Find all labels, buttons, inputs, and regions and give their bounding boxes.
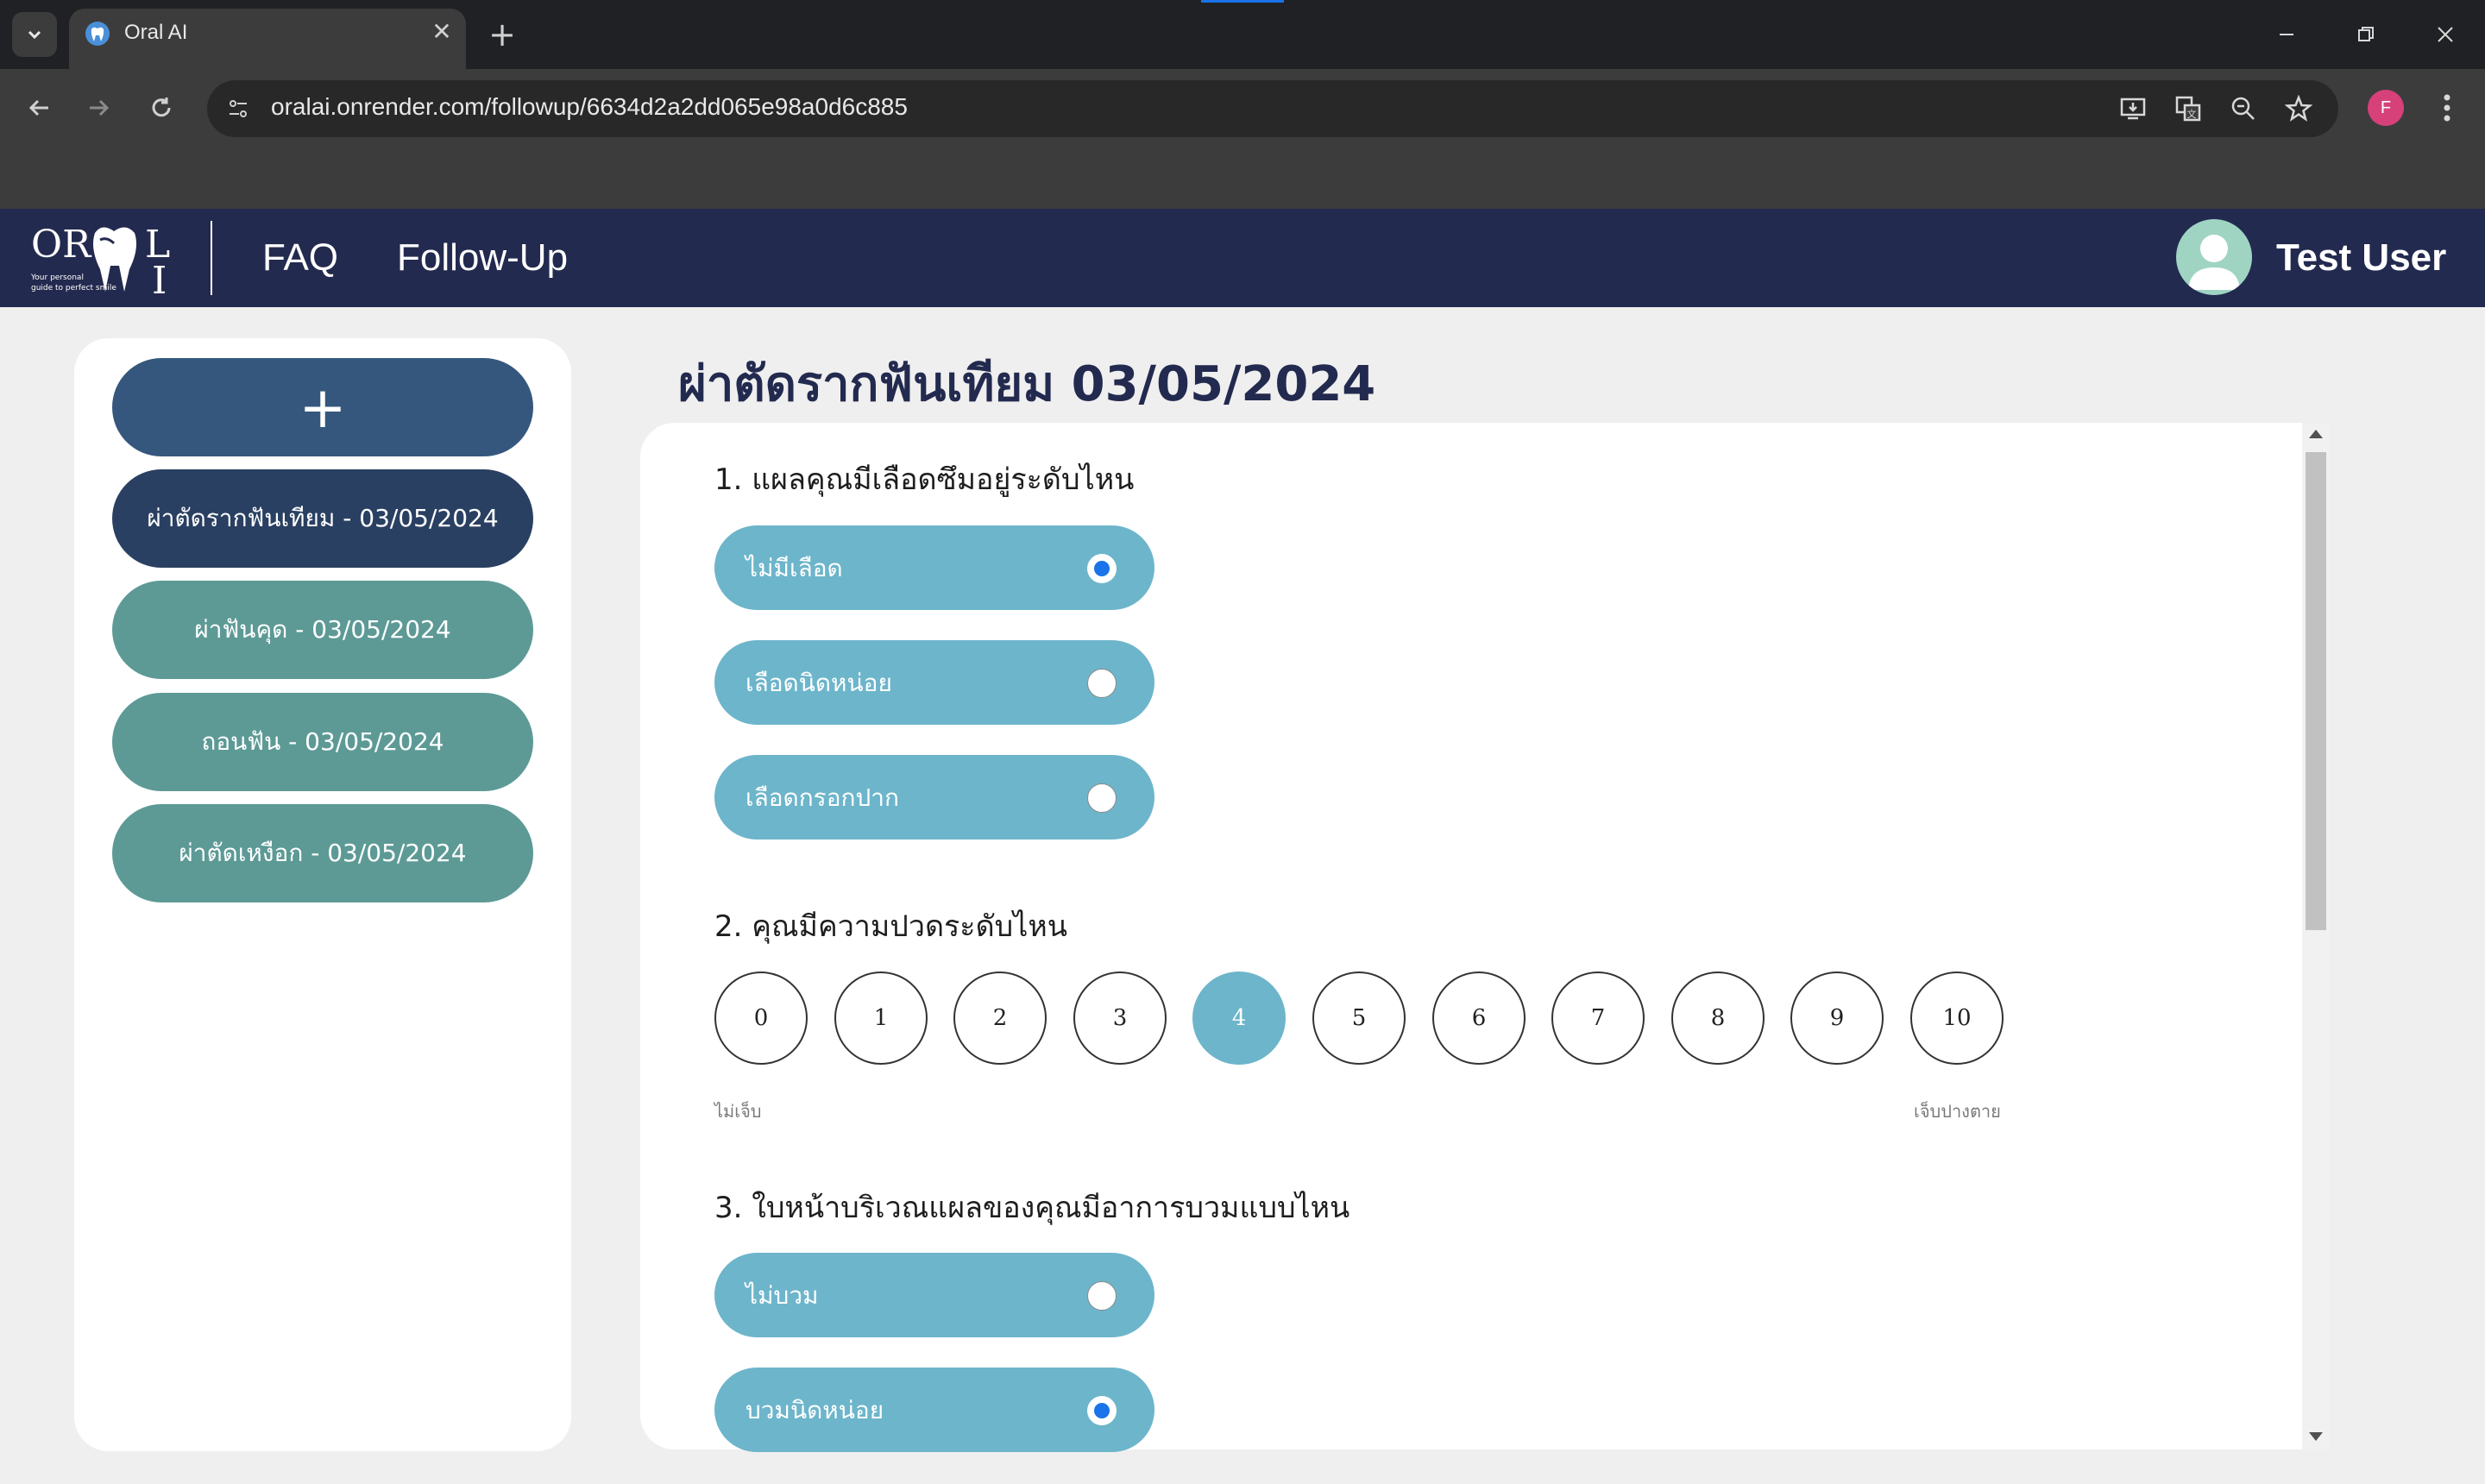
- zoom-icon[interactable]: [2224, 90, 2262, 128]
- sidebar-item-implant-surgery[interactable]: ผ่าตัดรากฟันเทียม - 03/05/2024: [112, 469, 533, 568]
- tooth-favicon-icon: [85, 21, 110, 47]
- radio-unchecked[interactable]: [1087, 669, 1117, 698]
- minimize-icon[interactable]: [2261, 12, 2312, 57]
- svg-text:I: I: [152, 259, 167, 300]
- pain-scale-option-1[interactable]: 1: [834, 972, 928, 1065]
- pain-scale-option-9[interactable]: 9: [1790, 972, 1884, 1065]
- user-avatar-icon[interactable]: [2176, 219, 2252, 295]
- option-no-bleeding[interactable]: ไม่มีเลือด: [714, 525, 1154, 610]
- profile-avatar[interactable]: F: [2368, 90, 2404, 126]
- close-tab-icon[interactable]: ✕: [426, 16, 457, 47]
- option-label: เลือดนิดหน่อย: [746, 669, 892, 697]
- pain-scale-option-0[interactable]: 0: [714, 972, 808, 1065]
- scroll-down-arrow-icon[interactable]: [2309, 1432, 2323, 1441]
- scrollbar-thumb[interactable]: [2306, 452, 2326, 930]
- question-1-text: 1. แผลคุณมีเลือดซึมอยู่ระดับไหน: [714, 462, 1135, 497]
- svg-text:文: 文: [2187, 108, 2197, 120]
- option-heavy-bleeding[interactable]: เลือดกรอกปาก: [714, 755, 1154, 839]
- scale-max-label: เจ็บปางตาย: [1914, 1101, 2001, 1122]
- option-label: ไม่มีเลือด: [746, 554, 843, 582]
- oral-ai-logo[interactable]: OR L I Your personal guide to perfect sm…: [29, 217, 193, 300]
- option-little-bleeding[interactable]: เลือดนิดหน่อย: [714, 640, 1154, 725]
- nav-faq[interactable]: FAQ: [262, 236, 338, 280]
- tab-search-button[interactable]: [12, 12, 57, 57]
- chevron-down-icon: [28, 30, 41, 40]
- site-settings-icon[interactable]: [221, 91, 255, 126]
- sidebar-item-wisdom-tooth[interactable]: ผ่าฟันคุด - 03/05/2024: [112, 581, 533, 679]
- back-icon[interactable]: [17, 86, 60, 129]
- user-name[interactable]: Test User: [2276, 236, 2446, 280]
- tab-title: Oral AI: [124, 21, 188, 44]
- bookmark-star-icon[interactable]: [2280, 90, 2318, 128]
- radio-unchecked[interactable]: [1087, 783, 1117, 813]
- svg-text:OR: OR: [31, 223, 92, 267]
- pain-scale-option-2[interactable]: 2: [953, 972, 1047, 1065]
- question-2-text: 2. คุณมีความปวดระดับไหน: [714, 909, 1067, 944]
- translate-icon[interactable]: 文: [2169, 90, 2207, 128]
- reload-icon[interactable]: [140, 86, 183, 129]
- option-label: ไม่บวม: [746, 1281, 819, 1310]
- drag-indicator: [1201, 0, 1284, 3]
- scale-min-label: ไม่เจ็บ: [714, 1101, 762, 1122]
- question-3-text: 3. ใบหน้าบริเวณแผลของคุณมีอาการบวมแบบไหน: [714, 1191, 1350, 1225]
- pain-scale-option-7[interactable]: 7: [1551, 972, 1645, 1065]
- close-window-icon[interactable]: [2419, 12, 2471, 57]
- pain-scale-option-4[interactable]: 4: [1192, 972, 1286, 1065]
- pain-scale-option-3[interactable]: 3: [1073, 972, 1167, 1065]
- app-header: [0, 209, 2485, 307]
- option-label: บวมนิดหน่อย: [746, 1396, 884, 1424]
- install-app-icon[interactable]: [2114, 90, 2152, 128]
- nav-follow-up[interactable]: Follow-Up: [397, 236, 568, 280]
- new-tab-button[interactable]: +: [483, 16, 521, 53]
- svg-text:guide to perfect smile: guide to perfect smile: [31, 284, 116, 292]
- radio-checked[interactable]: [1087, 1396, 1117, 1425]
- page-title: ผ่าตัดรากฟันเทียม 03/05/2024: [678, 356, 1376, 412]
- sidebar-item-tooth-extraction[interactable]: ถอนฟัน - 03/05/2024: [112, 693, 533, 791]
- forward-icon[interactable]: [78, 86, 121, 129]
- restore-icon[interactable]: [2340, 12, 2392, 57]
- pain-scale-option-8[interactable]: 8: [1671, 972, 1765, 1065]
- option-no-swelling[interactable]: ไม่บวม: [714, 1253, 1154, 1337]
- pain-scale-option-6[interactable]: 6: [1432, 972, 1526, 1065]
- more-menu-icon[interactable]: [2430, 86, 2464, 129]
- option-label: เลือดกรอกปาก: [746, 783, 899, 812]
- radio-unchecked[interactable]: [1087, 1281, 1117, 1311]
- logo-divider: [211, 221, 212, 295]
- radio-checked[interactable]: [1087, 554, 1117, 583]
- sidebar-item-gum-surgery[interactable]: ผ่าตัดเหงือก - 03/05/2024: [112, 804, 533, 902]
- scroll-up-arrow-icon[interactable]: [2309, 430, 2323, 438]
- add-followup-button[interactable]: +: [112, 358, 533, 456]
- pain-scale-option-10[interactable]: 10: [1910, 972, 2004, 1065]
- pain-scale-option-5[interactable]: 5: [1312, 972, 1406, 1065]
- url-text[interactable]: oralai.onrender.com/followup/6634d2a2dd0…: [271, 93, 908, 121]
- option-little-swelling[interactable]: บวมนิดหน่อย: [714, 1368, 1154, 1452]
- svg-text:Your personal: Your personal: [30, 274, 84, 282]
